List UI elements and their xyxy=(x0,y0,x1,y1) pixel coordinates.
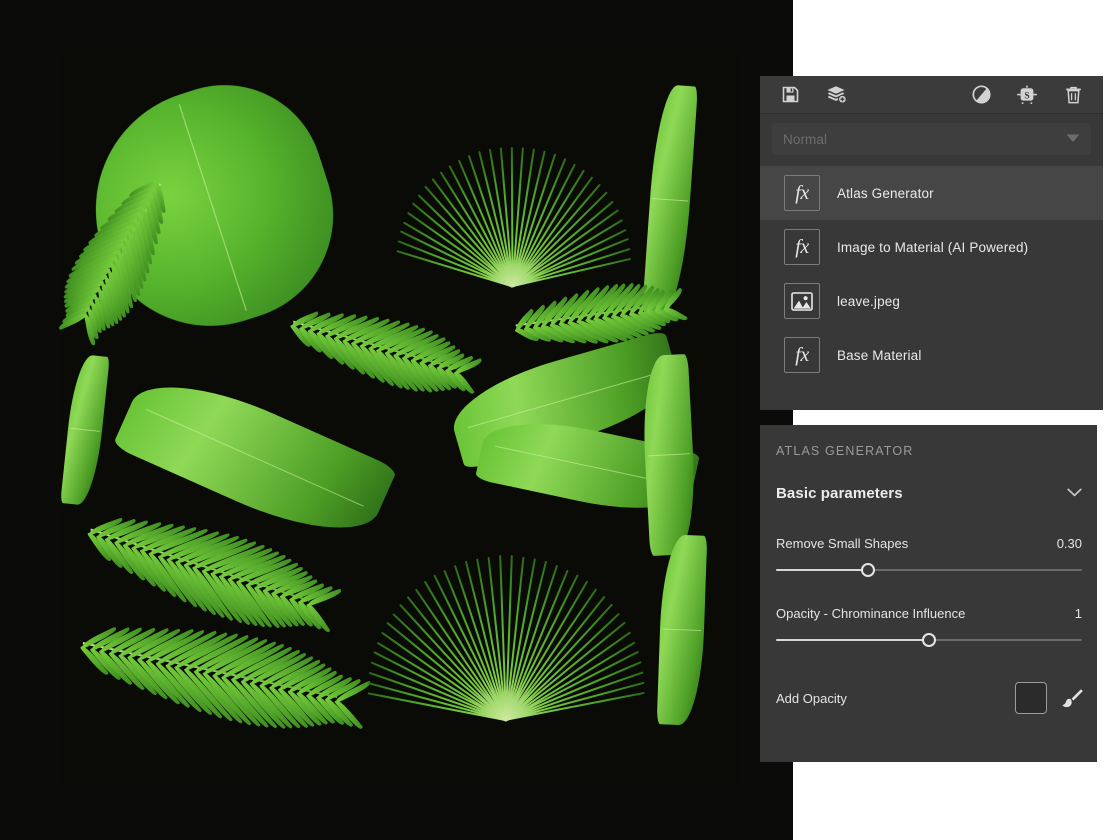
parameter-value: 0.30 xyxy=(1057,534,1082,553)
fx-icon: fx xyxy=(784,229,820,265)
layer-label: Atlas Generator xyxy=(837,186,934,201)
svg-text:S: S xyxy=(1024,91,1029,101)
slider-knob[interactable] xyxy=(861,563,875,577)
slider-fill xyxy=(776,569,868,571)
properties-title: ATLAS GENERATOR xyxy=(760,425,1097,458)
layer-label: Base Material xyxy=(837,348,922,363)
layer-list: fx Atlas Generator fx Image to Material (AI… xyxy=(760,166,1103,382)
leaf-shape xyxy=(640,354,698,556)
layers-panel: S Normal fxAtlas GeneratorfxImage to xyxy=(760,76,1103,410)
leaf-shape xyxy=(657,534,708,725)
chevron-down-icon xyxy=(1066,130,1080,148)
layer-row[interactable]: fx Image to Material (AI Powered) xyxy=(760,220,1103,274)
add-layer-icon[interactable] xyxy=(823,82,849,108)
add-opacity-row: Add Opacity xyxy=(760,682,1097,714)
parameter-value: 1 xyxy=(1075,604,1082,623)
leaf-shape xyxy=(60,354,109,507)
parameter-label: Opacity - Chrominance Influence xyxy=(776,604,965,623)
atlas-viewport[interactable] xyxy=(0,0,793,840)
blend-mode-row: Normal xyxy=(760,114,1103,166)
blend-mode-select[interactable]: Normal xyxy=(772,123,1091,155)
layer-row[interactable]: fx Base Material xyxy=(760,328,1103,382)
fx-icon: fx xyxy=(784,337,820,373)
layers-toolbar: S xyxy=(760,76,1103,114)
layer-row[interactable]: leave.jpeg xyxy=(760,274,1103,328)
layer-label: Image to Material (AI Powered) xyxy=(837,240,1028,255)
section-label: Basic parameters xyxy=(776,485,903,502)
leaf-shape xyxy=(360,475,650,736)
brush-icon[interactable] xyxy=(1060,686,1084,710)
parameter-label: Remove Small Shapes xyxy=(776,534,908,553)
slider-fill xyxy=(776,639,929,641)
basic-parameters-section-header[interactable]: Basic parameters xyxy=(760,458,1097,502)
parameter-slider[interactable] xyxy=(776,562,1082,578)
parameter-slider[interactable] xyxy=(776,632,1082,648)
delete-icon[interactable] xyxy=(1060,82,1086,108)
color-swatch[interactable] xyxy=(1015,682,1047,714)
layer-row[interactable]: fx Atlas Generator xyxy=(760,166,1103,220)
chevron-down-icon[interactable] xyxy=(1067,484,1082,502)
blend-mode-value: Normal xyxy=(783,132,827,147)
image-icon xyxy=(784,283,820,319)
properties-panel: ATLAS GENERATOR Basic parameters Remove … xyxy=(760,425,1097,762)
atlas-render xyxy=(60,55,740,785)
save-icon[interactable] xyxy=(777,82,803,108)
parameter-label: Add Opacity xyxy=(776,691,847,706)
slider-knob[interactable] xyxy=(922,633,936,647)
mask-icon[interactable] xyxy=(968,82,994,108)
leaf-shape xyxy=(282,283,467,407)
parameter-row: Opacity - Chrominance Influence 1 xyxy=(760,604,1097,648)
smart-material-icon[interactable]: S xyxy=(1014,82,1040,108)
parameter-row: Remove Small Shapes 0.30 xyxy=(760,534,1097,578)
leaf-shape xyxy=(386,71,644,305)
layer-label: leave.jpeg xyxy=(837,294,900,309)
fx-icon: fx xyxy=(784,175,820,211)
